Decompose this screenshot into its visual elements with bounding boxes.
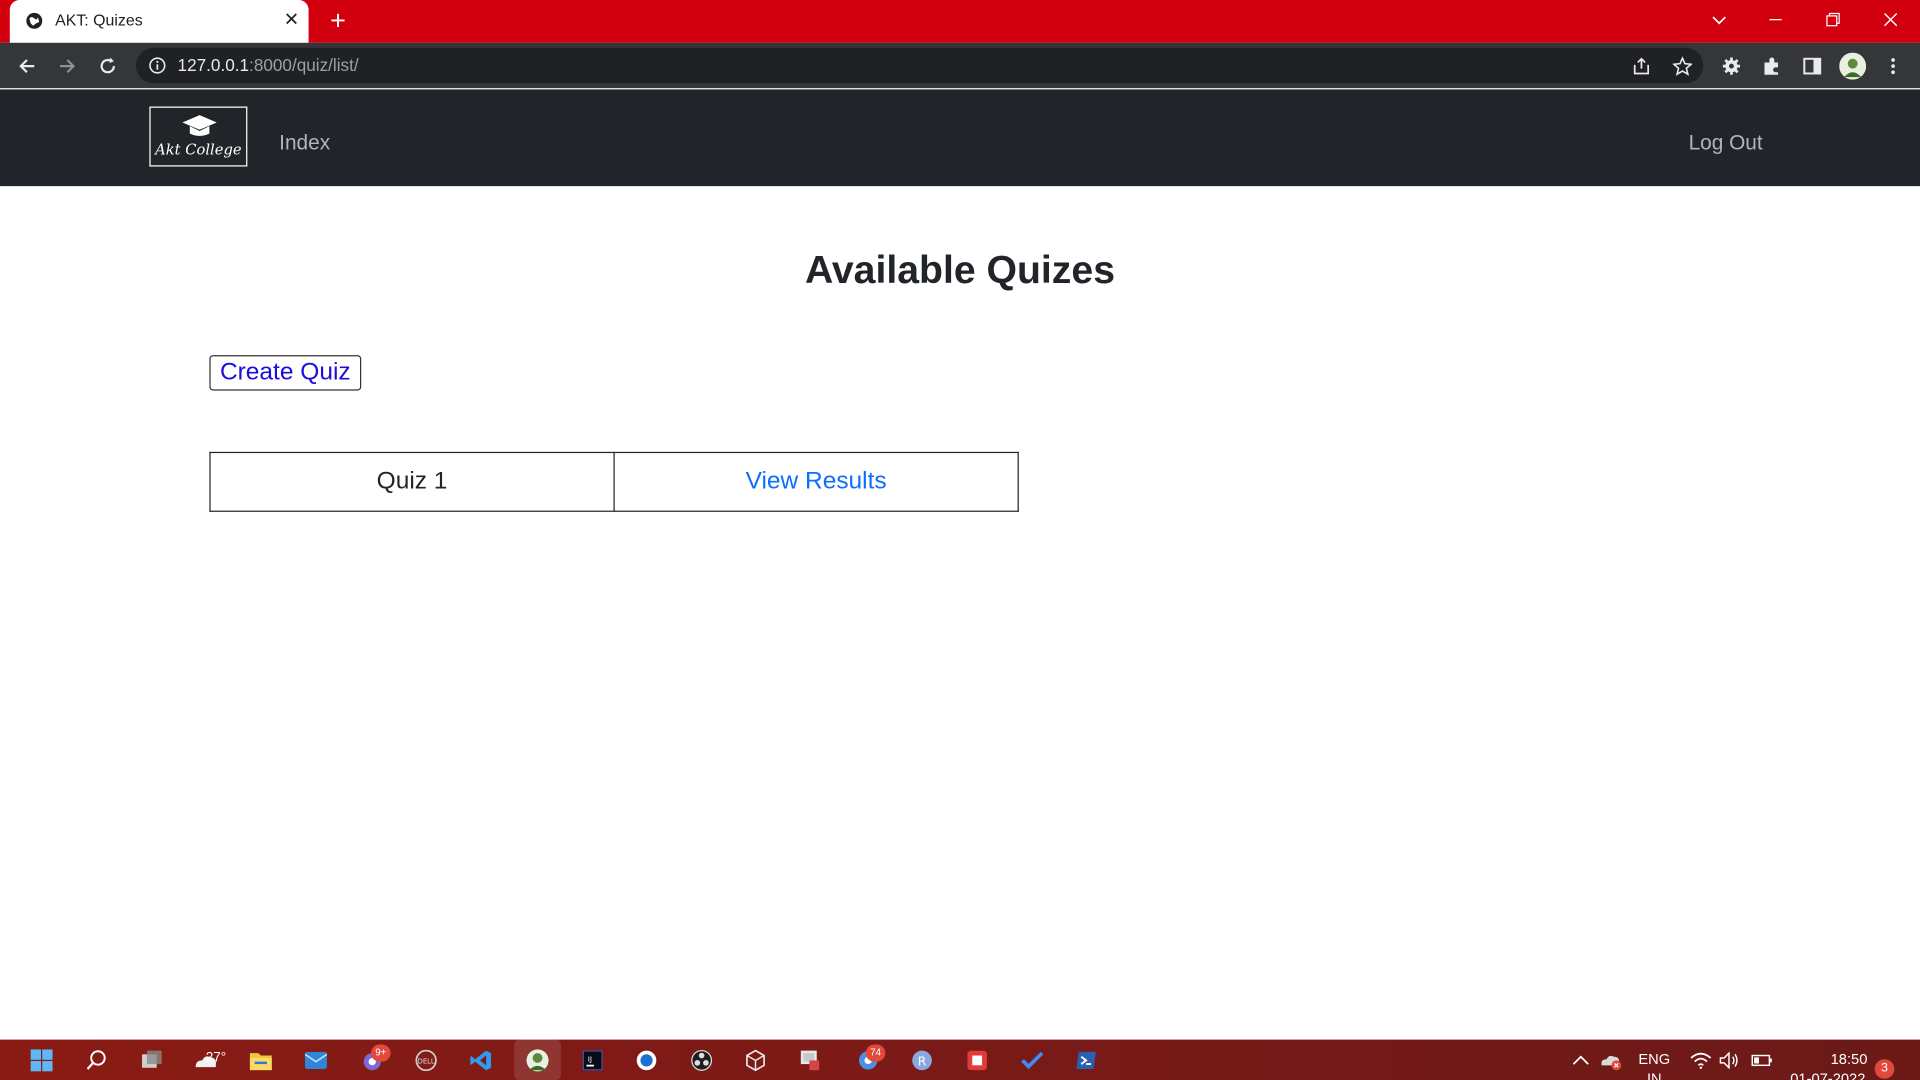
svg-text:IJ: IJ — [588, 1055, 592, 1064]
virtualbox-cube-icon[interactable] — [742, 1047, 769, 1074]
graduation-cap-icon — [182, 115, 217, 136]
chat-badge: 74 — [865, 1044, 886, 1062]
chrome-profile-icon[interactable] — [524, 1047, 551, 1074]
svg-text:R: R — [918, 1054, 927, 1068]
page-title: Available Quizes — [805, 247, 1115, 292]
site-navbar: Akt College Index Log Out — [0, 89, 1920, 187]
app-blue-circle-icon[interactable] — [633, 1047, 660, 1074]
quiz-name-cell: Quiz 1 — [209, 451, 615, 512]
address-bar[interactable]: 127.0.0.1:8000/quiz/list/ — [135, 47, 1704, 84]
back-arrow-icon[interactable] — [12, 51, 41, 80]
tab-search-chevron-icon[interactable] — [1707, 10, 1731, 32]
college-logo[interactable]: Akt College — [149, 106, 248, 167]
share-icon[interactable] — [1630, 54, 1654, 78]
logo-text: Akt College — [155, 140, 242, 158]
language-indicator-line1[interactable]: ENG — [1638, 1051, 1670, 1068]
tab-title: AKT: Quizes — [55, 11, 143, 30]
restore-icon[interactable] — [1805, 0, 1861, 39]
mail-icon[interactable] — [302, 1047, 329, 1074]
language-indicator-line2[interactable]: IN — [1647, 1070, 1662, 1080]
minimize-icon[interactable] — [1747, 0, 1803, 39]
create-quiz-button[interactable]: Create Quiz — [209, 355, 362, 391]
reload-icon[interactable] — [93, 51, 122, 80]
notification-count-badge[interactable]: 3 — [1874, 1059, 1895, 1079]
sticky-notes-icon[interactable] — [964, 1047, 991, 1074]
volume-icon[interactable] — [1717, 1047, 1744, 1074]
profile-avatar[interactable] — [1838, 51, 1867, 80]
url-path: :8000/quiz/list/ — [249, 55, 359, 75]
globe-icon — [26, 12, 43, 29]
forward-arrow-icon[interactable] — [53, 51, 82, 80]
nav-link-index[interactable]: Index — [279, 131, 330, 155]
teams-badge: 9+ — [371, 1044, 391, 1062]
search-icon[interactable] — [83, 1047, 110, 1074]
clock-time[interactable]: 18:50 — [1831, 1051, 1868, 1068]
r-app-icon[interactable]: R — [909, 1047, 936, 1074]
browser-toolbar: 127.0.0.1:8000/quiz/list/ — [0, 42, 1920, 89]
browser-tabstrip: AKT: Quizes ✕ + — [0, 0, 1920, 43]
site-info-icon[interactable] — [148, 56, 166, 74]
quiz-name: Quiz 1 — [376, 467, 448, 495]
powershell-icon[interactable] — [1073, 1047, 1100, 1074]
file-explorer-icon[interactable] — [247, 1047, 274, 1074]
url-host: 127.0.0.1 — [177, 55, 250, 75]
onedrive-error-icon[interactable] — [1597, 1047, 1624, 1074]
quiz-table: Quiz 1 View Results — [209, 451, 1019, 512]
browser-menu-icon[interactable] — [1878, 51, 1907, 80]
clock-date[interactable]: 01-07-2022 — [1790, 1070, 1865, 1080]
vscode-icon[interactable] — [468, 1047, 495, 1074]
nav-link-logout[interactable]: Log Out — [1689, 131, 1763, 155]
close-window-icon[interactable] — [1862, 0, 1918, 39]
os-taskbar: 27° 9+ DELL IJ 74 R ENG IN 18:50 01-07-2… — [0, 1039, 1920, 1080]
intellij-icon[interactable]: IJ — [579, 1047, 606, 1074]
remote-desktop-icon[interactable] — [797, 1047, 824, 1074]
quiz-action-cell: View Results — [613, 451, 1019, 512]
task-view-icon[interactable] — [138, 1047, 165, 1074]
todo-check-icon[interactable] — [1019, 1047, 1046, 1074]
tray-overflow-chevron-icon[interactable] — [1567, 1047, 1594, 1074]
dell-icon[interactable]: DELL — [413, 1047, 440, 1074]
bookmark-star-icon[interactable] — [1670, 54, 1694, 78]
browser-tab-active[interactable]: AKT: Quizes ✕ — [9, 0, 309, 43]
tab-close-icon[interactable]: ✕ — [280, 10, 302, 32]
extensions-puzzle-icon[interactable] — [1757, 51, 1786, 80]
url-text: 127.0.0.1:8000/quiz/list/ — [178, 55, 359, 75]
table-row: Quiz 1 View Results — [209, 451, 1019, 512]
windows-start-icon[interactable] — [28, 1047, 55, 1074]
weather-temperature: 27° — [205, 1050, 227, 1066]
extension-gear-icon[interactable] — [1717, 51, 1746, 80]
battery-icon[interactable] — [1749, 1047, 1776, 1074]
view-results-link[interactable]: View Results — [746, 468, 887, 495]
obs-icon[interactable] — [688, 1047, 715, 1074]
wifi-icon[interactable] — [1687, 1047, 1714, 1074]
new-tab-icon[interactable]: + — [323, 7, 352, 36]
svg-text:DELL: DELL — [418, 1057, 435, 1065]
side-panel-icon[interactable] — [1798, 51, 1827, 80]
